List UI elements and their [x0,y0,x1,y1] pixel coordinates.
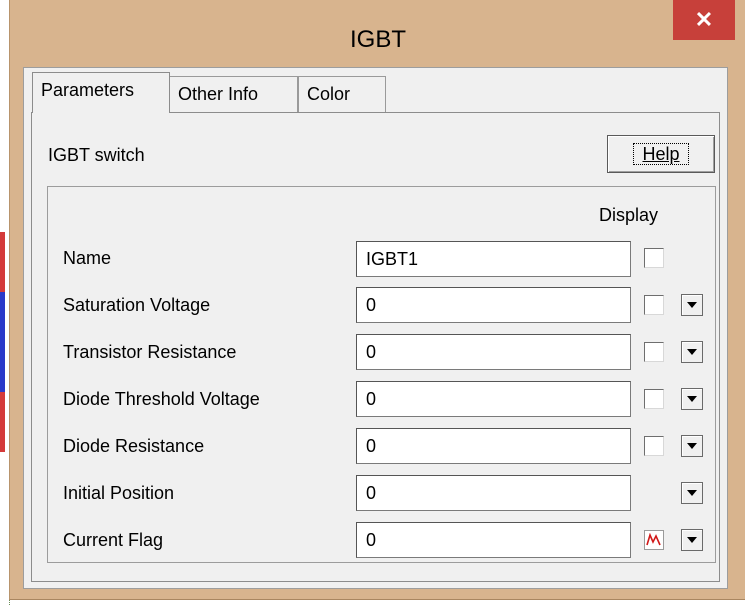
dropdown-diode-resistance[interactable] [681,435,703,457]
dropdown-initial-position[interactable] [681,482,703,504]
saturation-voltage-field[interactable]: 0 [356,287,631,323]
tab-color[interactable]: Color [298,76,386,112]
close-button[interactable]: ✕ [673,0,735,40]
param-label-name: Name [63,248,112,268]
param-label-diode-resistance: Diode Resistance [63,436,205,456]
chevron-down-icon [687,396,697,402]
param-label-transistor-resistance: Transistor Resistance [63,342,237,362]
panel-heading: IGBT switch [48,145,145,165]
transistor-resistance-field[interactable]: 0 [356,334,631,370]
tab-label: Parameters [41,80,135,100]
initial-position-field[interactable]: 0 [356,475,631,511]
dialog-client-area: Parameters Other Info Color IGBT switch … [23,67,728,589]
tab-label: Color [307,84,351,104]
display-checkbox-saturation-voltage[interactable] [644,295,664,315]
dropdown-diode-threshold-voltage[interactable] [681,388,703,410]
chevron-down-icon [687,302,697,308]
display-checkbox-name[interactable] [644,248,664,268]
background-strip-red [0,232,5,292]
background-strip-red-2 [0,392,5,452]
param-label-saturation-voltage: Saturation Voltage [63,295,211,315]
chevron-down-icon [687,490,697,496]
display-checkbox-diode-resistance[interactable] [644,436,664,456]
display-column-header: Display [599,205,659,225]
help-button[interactable]: Help [607,135,715,173]
current-flag-field[interactable]: 0 [356,522,631,558]
dropdown-transistor-resistance[interactable] [681,341,703,363]
display-checkbox-diode-threshold-voltage[interactable] [644,389,664,409]
display-checkbox-transistor-resistance[interactable] [644,342,664,362]
tab-parameters[interactable]: Parameters [32,72,170,113]
dropdown-saturation-voltage[interactable] [681,294,703,316]
name-field[interactable]: IGBT1 [356,241,631,277]
chevron-down-icon [687,443,697,449]
waveform-icon [646,533,661,546]
background-strip-blue [0,292,5,392]
diode-resistance-field[interactable]: 0 [356,428,631,464]
dropdown-current-flag[interactable] [681,529,703,551]
diode-threshold-voltage-field[interactable]: 0 [356,381,631,417]
help-button-label: Help [633,143,689,165]
current-flag-display-button[interactable] [644,530,664,550]
chevron-down-icon [687,537,697,543]
igbt-dialog: IGBT ✕ Parameters Other Info Color IGBT … [9,0,745,600]
param-label-initial-position: Initial Position [63,483,175,503]
chevron-down-icon [687,349,697,355]
tab-other-info[interactable]: Other Info [169,76,298,112]
tab-label: Other Info [178,84,259,104]
close-icon: ✕ [694,7,714,32]
param-label-current-flag: Current Flag [63,530,164,550]
param-label-diode-threshold-voltage: Diode Threshold Voltage [63,389,260,409]
